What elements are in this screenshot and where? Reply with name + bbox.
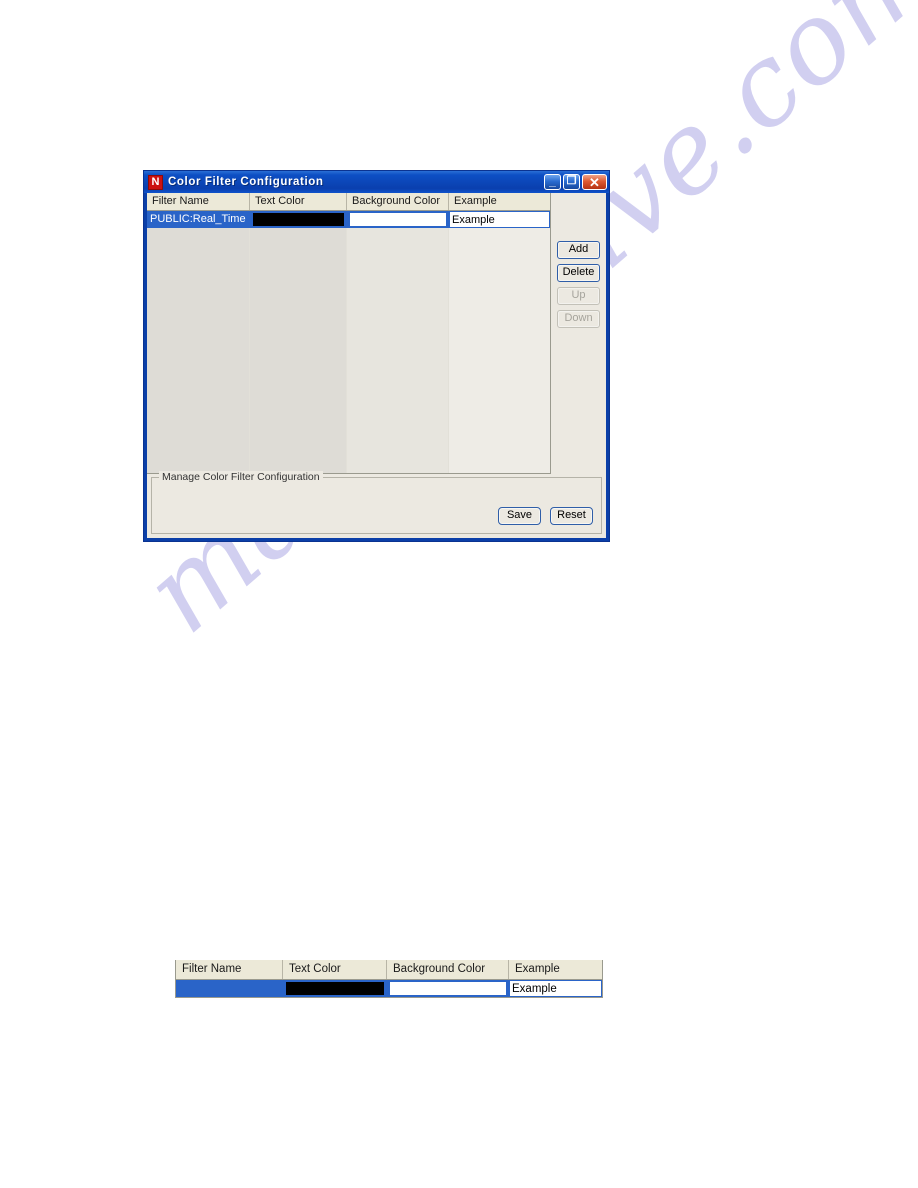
detail-cell-filter-name (176, 980, 283, 997)
column-header-background-color[interactable]: Background Color (347, 193, 449, 210)
empty-column-text-color (250, 228, 347, 473)
table-empty-body[interactable] (147, 228, 550, 473)
reset-button[interactable]: Reset (550, 507, 593, 525)
group-button-row: Save Reset (498, 507, 593, 525)
manage-configuration-group: Manage Color Filter Configuration Save R… (151, 471, 602, 534)
cell-text-color[interactable] (250, 211, 347, 228)
minimize-icon: _ (549, 174, 556, 188)
column-header-filter-name[interactable]: Filter Name (147, 193, 250, 210)
detail-text-color-swatch (286, 982, 384, 995)
delete-button[interactable]: Delete (557, 264, 600, 282)
move-down-button: Down (557, 310, 600, 328)
cell-background-color[interactable] (347, 211, 449, 228)
detail-column-header-text-color: Text Color (283, 960, 387, 979)
background-color-swatch[interactable] (350, 213, 446, 226)
color-filter-configuration-window: N Color Filter Configuration _ ❐ ✕ Filte… (143, 170, 610, 542)
close-icon: ✕ (589, 175, 600, 190)
move-up-button: Up (557, 287, 600, 305)
detail-table-row: Example (176, 980, 602, 997)
filter-table-and-buttons: Filter Name Text Color Background Color … (147, 193, 606, 474)
detail-background-color-swatch (390, 982, 506, 995)
column-header-text-color[interactable]: Text Color (250, 193, 347, 210)
dialog-client-area: Filter Name Text Color Background Color … (147, 193, 606, 538)
window-title: Color Filter Configuration (168, 176, 324, 188)
detail-table-header-row: Filter Name Text Color Background Color … (176, 960, 602, 980)
column-header-example[interactable]: Example (449, 193, 550, 210)
window-titlebar[interactable]: N Color Filter Configuration _ ❐ ✕ (144, 171, 609, 193)
empty-column-background-color (347, 228, 449, 473)
detail-cell-example: Example (509, 980, 602, 997)
maximize-icon: ❐ (566, 175, 577, 187)
table-row[interactable]: PUBLIC:Real_Time Example (147, 211, 550, 228)
app-logo-n-icon: N (148, 174, 163, 190)
detail-cell-background-color (387, 980, 509, 997)
text-color-swatch[interactable] (253, 213, 344, 226)
table-action-buttons: Add Delete Up Down (551, 193, 606, 474)
detail-column-header-filter-name: Filter Name (176, 960, 283, 979)
detail-column-header-example: Example (509, 960, 602, 979)
empty-column-example (449, 228, 550, 473)
color-filter-table: Filter Name Text Color Background Color … (147, 193, 551, 474)
cell-example: Example (449, 211, 550, 228)
empty-column-filter-name (147, 228, 250, 473)
group-title: Manage Color Filter Configuration (159, 471, 323, 483)
minimize-button[interactable]: _ (544, 174, 561, 190)
detail-cell-text-color (283, 980, 387, 997)
maximize-button[interactable]: ❐ (563, 174, 580, 190)
table-header-row: Filter Name Text Color Background Color … (147, 193, 550, 211)
detail-table-figure: Filter Name Text Color Background Color … (175, 960, 603, 998)
cell-filter-name[interactable]: PUBLIC:Real_Time (147, 211, 250, 228)
window-controls: _ ❐ ✕ (544, 174, 607, 190)
close-button[interactable]: ✕ (582, 174, 607, 190)
add-button[interactable]: Add (557, 241, 600, 259)
save-button[interactable]: Save (498, 507, 541, 525)
detail-column-header-background-color: Background Color (387, 960, 509, 979)
